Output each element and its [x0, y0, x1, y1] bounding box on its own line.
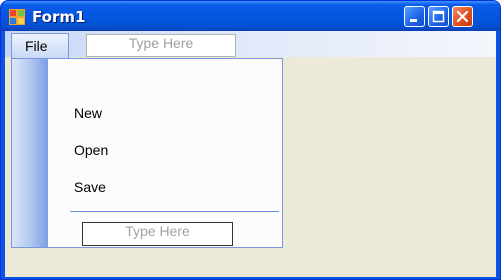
windows-form-icon [9, 9, 25, 25]
maximize-icon [432, 10, 445, 23]
window: Form1 File Type Here New Open Save Type … [0, 0, 501, 280]
minimize-icon [410, 19, 417, 22]
menu-item-open[interactable]: Open [74, 142, 108, 158]
close-icon [456, 10, 469, 23]
menu-item-save[interactable]: Save [74, 179, 106, 195]
close-button[interactable] [452, 6, 473, 27]
menu-type-here-input[interactable]: Type Here [86, 34, 236, 57]
menu-type-here-placeholder: Type Here [128, 35, 194, 51]
file-dropdown-menu [11, 58, 283, 248]
window-title: Form1 [32, 8, 86, 26]
title-bar[interactable]: Form1 [1, 1, 500, 31]
menu-strip [5, 31, 496, 57]
menu-item-new[interactable]: New [74, 105, 102, 121]
menu-separator [70, 211, 279, 212]
dropdown-type-here-placeholder: Type Here [125, 223, 190, 239]
dropdown-type-here-input[interactable]: Type Here [82, 222, 233, 246]
menu-file-label: File [25, 38, 48, 54]
dropdown-image-margin [12, 59, 48, 247]
minimize-button[interactable] [404, 6, 425, 27]
maximize-button[interactable] [428, 6, 449, 27]
